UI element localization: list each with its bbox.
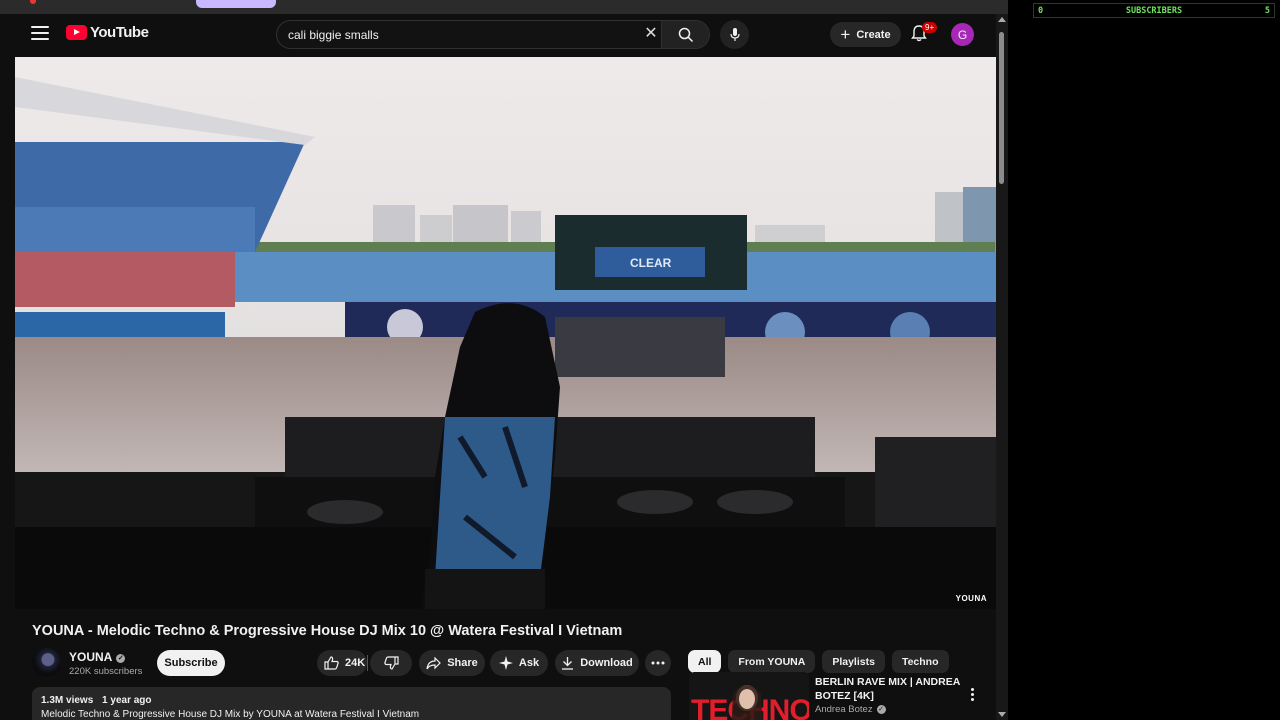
recording-indicator: [30, 0, 36, 4]
download-label: Download: [580, 657, 633, 669]
search-input[interactable]: [277, 21, 662, 48]
youtube-logo[interactable]: YouTube: [66, 24, 149, 41]
page-scrollbar[interactable]: [996, 14, 1008, 720]
browser-tab-strip: [0, 0, 1008, 14]
create-label: Create: [856, 28, 891, 41]
video-title: YOUNA - Melodic Techno & Progressive Hou…: [32, 623, 623, 639]
like-divider: [367, 655, 368, 671]
upload-age: 1 year ago: [102, 695, 152, 706]
search-icon: [678, 27, 693, 42]
download-button[interactable]: Download: [555, 650, 639, 676]
more-horizontal-icon: [651, 661, 665, 665]
more-actions-button[interactable]: [645, 650, 671, 676]
channel-name-link[interactable]: YOUNA ✓: [69, 650, 126, 664]
download-icon: [562, 657, 574, 670]
subscriber-counter-widget: 0 SUBSCRIBERS 5: [1033, 3, 1275, 18]
description-box[interactable]: 1.3M views 1 year ago Melodic Techno & P…: [32, 687, 671, 720]
channel-name: YOUNA: [69, 650, 113, 664]
channel-avatar[interactable]: [32, 648, 61, 677]
verified-icon: ✓: [116, 654, 126, 663]
view-meta: 1.3M views 1 year ago: [41, 695, 662, 706]
voice-search-button[interactable]: [720, 20, 749, 49]
thumbnail-image: TECHNO: [689, 672, 809, 720]
recommendation-item[interactable]: TECHNO BERLIN RAVE MIX | ANDREA BOTEZ [4…: [689, 672, 989, 720]
description-text: Melodic Techno & Progressive House DJ Mi…: [41, 709, 420, 720]
view-count: 1.3M views: [41, 695, 94, 706]
recommendation-channel[interactable]: Andrea Botez ✓: [815, 704, 886, 715]
recommendation-thumbnail[interactable]: TECHNO: [689, 672, 809, 720]
video-watermark: YOUNA: [955, 594, 987, 603]
logo-text: YouTube: [90, 24, 149, 41]
create-button[interactable]: + Create: [830, 22, 901, 47]
related-filter-chips: All From YOUNA Playlists Techno: [688, 650, 949, 673]
plus-icon: +: [840, 24, 851, 44]
chip-from-channel[interactable]: From YOUNA: [728, 650, 816, 673]
chip-playlists[interactable]: Playlists: [822, 650, 885, 673]
widget-label: SUBSCRIBERS: [1125, 5, 1183, 16]
dislike-button[interactable]: [370, 650, 412, 676]
verified-icon: ✓: [876, 705, 886, 714]
youtube-app: YouTube ✕ + Create 9+ G: [0, 14, 1008, 720]
more-vertical-icon[interactable]: [965, 688, 979, 704]
search-box: ✕: [276, 20, 710, 49]
share-button[interactable]: Share: [419, 650, 485, 676]
recommendation-channel-name: Andrea Botez: [815, 704, 873, 715]
account-avatar[interactable]: G: [951, 23, 974, 46]
notifications-button[interactable]: 9+: [911, 22, 938, 46]
notification-badge: 9+: [922, 22, 938, 33]
widget-left-value: 0: [1038, 5, 1044, 16]
share-icon: [426, 656, 442, 669]
share-label: Share: [447, 657, 478, 669]
sparkle-icon: [498, 656, 513, 670]
screen-text: CLEAR: [630, 256, 672, 270]
masthead: YouTube ✕ + Create 9+ G: [0, 14, 996, 56]
thumbs-down-icon: [383, 656, 399, 670]
like-button[interactable]: 24K: [317, 650, 367, 676]
microphone-icon: [729, 28, 740, 41]
widget-right-value: 5: [1264, 5, 1270, 16]
chip-techno[interactable]: Techno: [891, 650, 949, 673]
subscriber-count: 220K subscribers: [69, 666, 143, 677]
clear-search-icon[interactable]: ✕: [643, 26, 659, 42]
browser-tab-pill[interactable]: [196, 0, 276, 8]
chip-all[interactable]: All: [688, 650, 722, 673]
like-count: 24K: [345, 657, 366, 669]
ask-label: Ask: [518, 657, 540, 669]
scrollbar-thumb[interactable]: [999, 32, 1004, 184]
search-button[interactable]: [661, 21, 709, 48]
youtube-play-icon: [66, 25, 87, 40]
scroll-up-icon[interactable]: [998, 17, 1006, 22]
ask-button[interactable]: Ask: [490, 650, 548, 676]
video-player[interactable]: CLEAR YOUNA: [15, 57, 996, 609]
video-frame: CLEAR: [15, 57, 996, 609]
recommendation-title[interactable]: BERLIN RAVE MIX | ANDREA BOTEZ [4K]: [815, 675, 965, 703]
thumbs-up-icon: [324, 656, 339, 670]
subscribe-button[interactable]: Subscribe: [157, 650, 225, 676]
scroll-down-icon[interactable]: [998, 712, 1006, 717]
menu-icon[interactable]: [31, 26, 49, 42]
